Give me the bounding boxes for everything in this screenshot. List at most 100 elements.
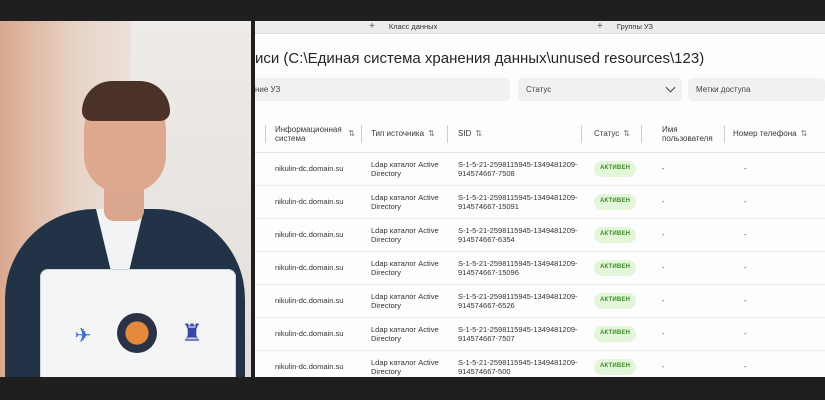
sort-icon[interactable]: ⇅ — [801, 129, 808, 139]
status-badge: АКТИВЕН — [594, 260, 637, 276]
add-tab-icon[interactable]: + — [597, 21, 603, 32]
table-row[interactable]: nikulin-dc.domain.su Ldap каталог Active… — [255, 285, 825, 318]
accounts-filter-input[interactable]: ние УЗ — [255, 78, 510, 101]
cell-source-type: Ldap каталог Active Directory — [371, 291, 439, 311]
cell-sid: S-1-5-21-2598115945-1349481209-914574667… — [458, 258, 578, 278]
column-separator — [641, 125, 642, 143]
cell-info-system: nikulin-dc.domain.su — [275, 296, 344, 306]
cell-sid: S-1-5-21-2598115945-1349481209-914574667… — [458, 225, 578, 245]
cell-sid: S-1-5-21-2598115945-1349481209-914574667… — [458, 192, 578, 212]
sort-icon[interactable]: ⇅ — [623, 129, 630, 139]
column-header-sid[interactable]: SID ⇅ — [458, 116, 498, 152]
cell-info-system: nikulin-dc.domain.su — [275, 164, 344, 174]
tab-label: Группы УЗ — [616, 22, 654, 31]
header-label: Тип источника — [371, 129, 425, 139]
cell-username: - — [662, 164, 665, 174]
status-badge: АКТИВЕН — [594, 293, 637, 309]
page-title: иси (C:\Единая система хранения данных\u… — [255, 50, 705, 67]
cell-source-type: Ldap каталог Active Directory — [371, 258, 439, 278]
header-label: Имя пользователя — [662, 124, 713, 144]
status-badge: АКТИВЕН — [594, 326, 637, 342]
tab-label: Класс данных — [388, 22, 438, 31]
cell-source-type: Ldap каталог Active Directory — [371, 192, 439, 212]
header-label: SID — [458, 129, 472, 139]
planet-sticker-icon — [117, 313, 157, 353]
cell-phone: - — [744, 197, 747, 207]
cell-status: АКТИВЕН — [594, 285, 637, 317]
cell-phone: - — [744, 296, 747, 306]
tab-data-class[interactable]: + Класс данных — [369, 21, 437, 33]
cell-sid: S-1-5-21-2598115945-1349481209-914574667… — [458, 357, 578, 377]
webcam-video: ✈ ♜ — [0, 21, 251, 377]
cell-phone: - — [744, 329, 747, 339]
sort-icon[interactable]: ⇅ — [348, 129, 355, 139]
header-label: Статус — [594, 129, 620, 139]
cell-sid: S-1-5-21-2598115945-1349481209-914574667… — [458, 291, 578, 311]
filter-label: Статус — [526, 85, 552, 94]
sort-icon[interactable]: ⇅ — [428, 129, 435, 139]
cell-source-type: Ldap каталог Active Directory — [371, 324, 439, 344]
cell-info-system: nikulin-dc.domain.su — [275, 329, 344, 339]
access-labels-select[interactable]: Метки доступа — [688, 78, 825, 101]
status-badge: АКТИВЕН — [594, 227, 637, 243]
cell-status: АКТИВЕН — [594, 219, 637, 251]
status-select[interactable]: Статус — [518, 78, 682, 101]
cell-source-type: Ldap каталог Active Directory — [371, 357, 439, 377]
cell-username: - — [662, 197, 665, 207]
tab-bar: + Класс данных + Группы УЗ — [255, 21, 825, 34]
cell-info-system: nikulin-dc.domain.su — [275, 230, 344, 240]
column-header-username[interactable]: Имя пользователя — [662, 116, 722, 152]
column-header-phone[interactable]: Номер телефона ⇅ — [733, 116, 825, 152]
tower-sticker-icon: ♜ — [181, 319, 203, 347]
table-row[interactable]: nikulin-dc.domain.su Ldap каталог Active… — [255, 153, 825, 186]
table-row[interactable]: nikulin-dc.domain.su Ldap каталог Active… — [255, 318, 825, 351]
chevron-down-icon — [665, 82, 676, 93]
status-badge: АКТИВЕН — [594, 161, 637, 177]
cell-username: - — [662, 362, 665, 372]
column-header-status[interactable]: Статус ⇅ — [594, 116, 644, 152]
cell-phone: - — [744, 362, 747, 372]
table-row[interactable]: nikulin-dc.domain.su Ldap каталог Active… — [255, 351, 825, 377]
cell-sid: S-1-5-21-2598115945-1349481209-914574667… — [458, 324, 578, 344]
status-badge: АКТИВЕН — [594, 194, 637, 210]
cell-username: - — [662, 263, 665, 273]
cell-username: - — [662, 296, 665, 306]
cell-phone: - — [744, 263, 747, 273]
column-header-info-system[interactable]: Информационная система ⇅ — [275, 116, 355, 152]
cell-username: - — [662, 329, 665, 339]
cell-info-system: nikulin-dc.domain.su — [275, 197, 344, 207]
table-row[interactable]: nikulin-dc.domain.su Ldap каталог Active… — [255, 219, 825, 252]
column-separator — [724, 125, 725, 143]
add-tab-icon[interactable]: + — [369, 21, 375, 32]
column-separator — [581, 125, 582, 143]
cell-info-system: nikulin-dc.domain.su — [275, 263, 344, 273]
header-label: Информационная система — [275, 124, 342, 144]
cell-status: АКТИВЕН — [594, 153, 637, 185]
header-label: Номер телефона — [733, 129, 797, 139]
cell-phone: - — [744, 164, 747, 174]
table-header: Информационная система ⇅ Тип источника ⇅ S… — [255, 116, 825, 153]
cell-info-system: nikulin-dc.domain.su — [275, 362, 344, 372]
filter-label: Метки доступа — [696, 85, 751, 94]
cell-source-type: Ldap каталог Active Directory — [371, 159, 439, 179]
status-badge: АКТИВЕН — [594, 359, 637, 375]
cell-phone: - — [744, 230, 747, 240]
rocket-sticker-icon: ✈ — [74, 324, 92, 347]
column-separator — [361, 125, 362, 143]
app-window: + Класс данных + Группы УЗ иси (C:\Единая … — [255, 21, 825, 377]
cell-status: АКТИВЕН — [594, 186, 637, 218]
cell-status: АКТИВЕН — [594, 318, 637, 350]
table-row[interactable]: nikulin-dc.domain.su Ldap каталог Active… — [255, 186, 825, 219]
cell-status: АКТИВЕН — [594, 252, 637, 284]
column-separator — [265, 125, 266, 143]
tab-account-groups[interactable]: + Группы УЗ — [597, 21, 653, 33]
sort-icon[interactable]: ⇅ — [475, 129, 482, 139]
presenter-hair — [82, 81, 170, 121]
cell-username: - — [662, 230, 665, 240]
cell-status: АКТИВЕН — [594, 351, 637, 377]
column-separator — [447, 125, 448, 143]
table-row[interactable]: nikulin-dc.domain.su Ldap каталог Active… — [255, 252, 825, 285]
cell-sid: S-1-5-21-2598115945-1349481209-914574667… — [458, 159, 578, 179]
filter-label: ние УЗ — [255, 85, 281, 94]
cell-source-type: Ldap каталог Active Directory — [371, 225, 439, 245]
